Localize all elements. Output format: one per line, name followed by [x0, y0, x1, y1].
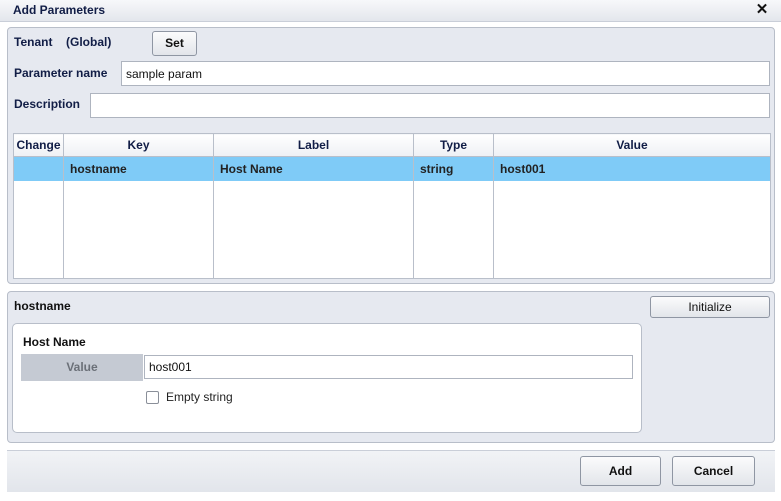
parameter-name-field[interactable]: sample param	[121, 61, 770, 86]
cell-change	[13, 156, 64, 181]
empty-string-label: Empty string	[166, 390, 233, 404]
column-header-label[interactable]: Label	[213, 133, 414, 157]
detail-key-heading: hostname	[14, 299, 71, 313]
initialize-button[interactable]: Initialize	[650, 296, 770, 318]
cell-key: hostname	[63, 156, 214, 181]
cancel-button[interactable]: Cancel	[672, 456, 755, 486]
parameter-name-value: sample param	[126, 66, 203, 81]
value-label: Value	[21, 354, 143, 381]
column-header-key[interactable]: Key	[63, 133, 214, 157]
tenant-value: (Global)	[66, 35, 112, 49]
table-header-row: Change Key Label Type Value	[13, 133, 771, 157]
description-label: Description	[14, 97, 81, 111]
tenant-label: Tenant	[14, 35, 53, 49]
cell-label: Host Name	[213, 156, 414, 181]
host-name-group-title: Host Name	[23, 335, 86, 349]
cell-value: host001	[493, 156, 771, 181]
column-header-change[interactable]: Change	[13, 133, 64, 157]
column-header-value[interactable]: Value	[493, 133, 771, 157]
close-icon[interactable]: ✕	[755, 1, 769, 19]
empty-string-checkbox[interactable]	[146, 391, 159, 404]
add-button[interactable]: Add	[580, 456, 661, 486]
parameter-name-label: Parameter name	[14, 66, 108, 80]
description-field[interactable]	[90, 93, 770, 118]
table-row[interactable]: hostname Host Name string host001	[13, 156, 771, 181]
set-button[interactable]: Set	[152, 31, 197, 56]
cell-type: string	[413, 156, 494, 181]
title-bar: Add Parameters ✕	[0, 0, 781, 22]
table-empty-area	[13, 180, 771, 279]
value-field[interactable]: host001	[144, 355, 633, 379]
parameters-table: Change Key Label Type Value hostname Hos…	[13, 133, 771, 279]
window-title: Add Parameters	[13, 3, 106, 17]
value-field-text: host001	[149, 360, 192, 374]
column-header-type[interactable]: Type	[413, 133, 494, 157]
